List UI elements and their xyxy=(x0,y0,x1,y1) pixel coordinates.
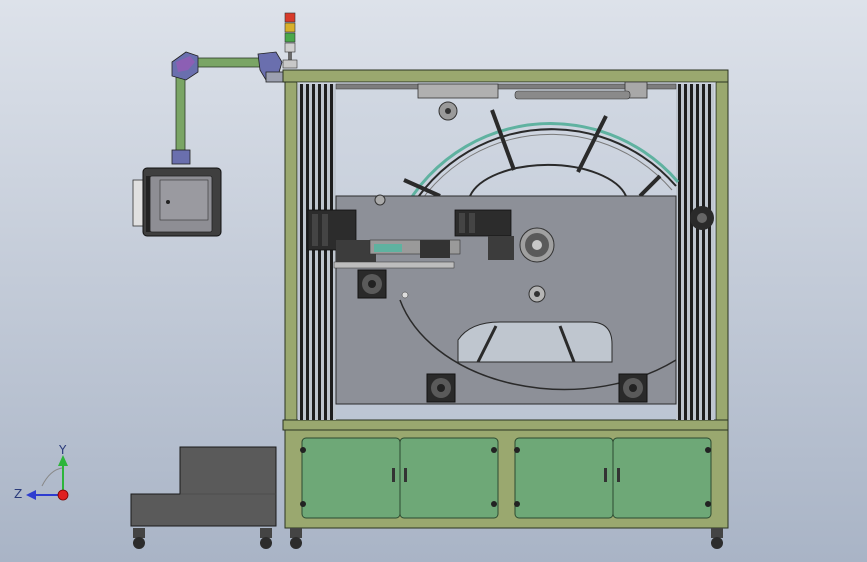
cabinet-door-4[interactable] xyxy=(612,437,712,519)
fan-upper-left xyxy=(357,269,387,299)
control-box xyxy=(132,167,222,237)
cabinet-door-3[interactable] xyxy=(514,437,614,519)
signal-light-yellow xyxy=(284,22,296,33)
top-beam xyxy=(282,69,729,83)
left-post xyxy=(284,81,298,431)
right-post xyxy=(715,81,729,431)
signal-light-red xyxy=(284,12,296,23)
z-axis-label: Z xyxy=(14,487,22,501)
y-axis-label: Y xyxy=(58,443,67,457)
signal-light-green xyxy=(284,32,296,43)
fan-right-side xyxy=(690,206,714,230)
door-handle xyxy=(604,468,607,482)
door-handle xyxy=(404,468,407,482)
cad-viewport[interactable]: Y Z xyxy=(0,0,867,562)
triad-origin xyxy=(57,489,69,501)
cabinet xyxy=(284,429,729,529)
door-handle xyxy=(392,468,395,482)
right-slat-panel xyxy=(676,84,714,420)
cabinet-door-1[interactable] xyxy=(301,437,401,519)
signal-tower xyxy=(282,12,298,69)
cabinet-door-2[interactable] xyxy=(399,437,499,519)
fan-lower-right xyxy=(618,373,648,403)
mid-beam xyxy=(282,419,729,431)
left-slat-panel xyxy=(298,84,336,420)
door-handle xyxy=(617,468,620,482)
fan-lower-left xyxy=(426,373,456,403)
